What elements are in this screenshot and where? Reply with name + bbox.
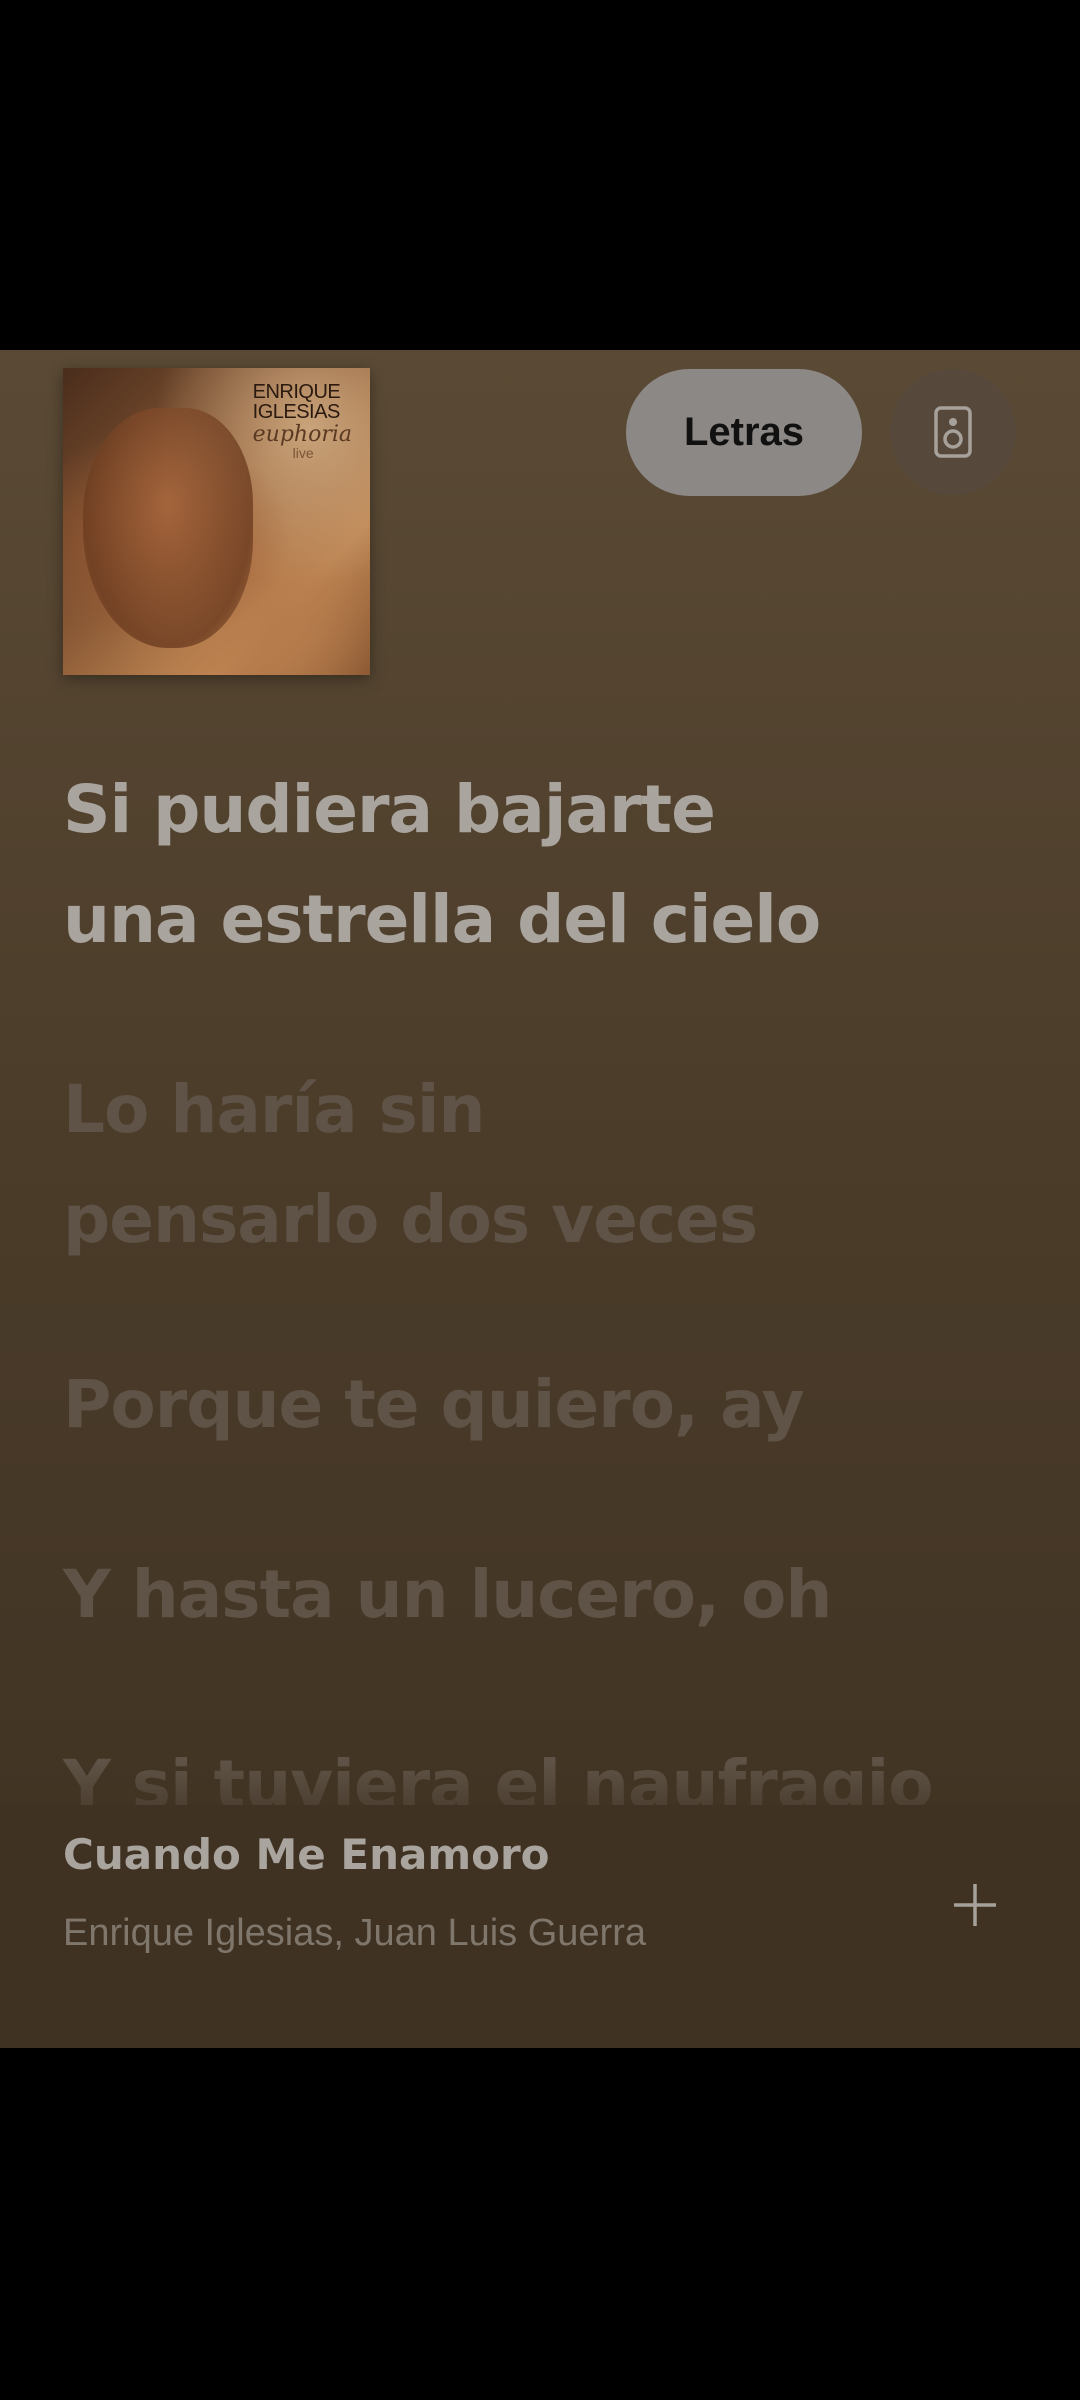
album-art[interactable]: ENRIQUE IGLESIAS euphoria live: [63, 368, 370, 675]
speaker-icon: [934, 406, 972, 458]
lyric-line[interactable]: Porque te quiero, ay: [63, 1350, 1023, 1460]
lyrics-button[interactable]: Letras: [626, 369, 862, 496]
album-subtitle: live: [292, 445, 314, 461]
track-artists: Enrique Iglesias, Juan Luis Guerra: [63, 1912, 646, 1954]
album-art-text: ENRIQUE IGLESIAS euphoria live: [253, 382, 352, 460]
album-art-portrait: [83, 408, 253, 648]
lyric-line[interactable]: Y hasta un lucero, oh: [63, 1540, 1023, 1650]
speaker-button[interactable]: [890, 369, 1016, 495]
lyric-line[interactable]: Lo haría sin pensarlo dos veces: [63, 1055, 1023, 1275]
lyric-line-active[interactable]: Si pudiera bajarte una estrella del ciel…: [63, 755, 1023, 975]
plus-icon: [954, 1884, 996, 1926]
album-artist-line1: ENRIQUE: [252, 381, 341, 403]
album-artist-line2: IGLESIAS: [252, 401, 341, 423]
add-button[interactable]: [940, 1870, 1010, 1940]
album-title: euphoria: [252, 422, 352, 447]
track-title: Cuando Me Enamoro: [63, 1830, 550, 1879]
lyrics-panel: ENRIQUE IGLESIAS euphoria live Letras Si…: [0, 350, 1080, 2048]
